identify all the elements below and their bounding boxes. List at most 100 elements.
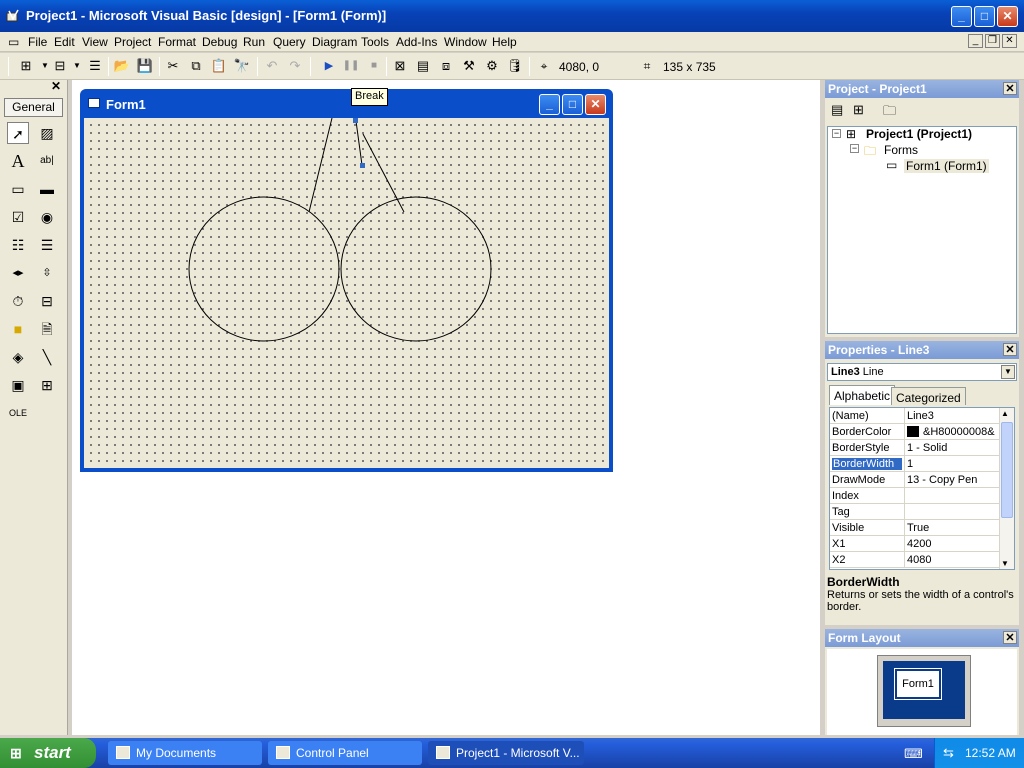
ole-icon[interactable]: OLE [7, 402, 29, 424]
tab-alphabetic[interactable]: Alphabetic [829, 385, 896, 405]
menu-query[interactable]: Query [273, 35, 306, 49]
toolbox-icon[interactable]: ⚙ [483, 57, 501, 75]
property-row-selected[interactable]: BorderWidth 1 [830, 456, 1000, 472]
menu-window[interactable]: Window [444, 35, 487, 49]
start-icon[interactable]: ▶ [320, 57, 338, 75]
layout-form1-thumbnail[interactable]: Form1 [894, 668, 942, 700]
form-canvas[interactable] [84, 117, 609, 468]
selection-handle-end[interactable] [360, 163, 365, 168]
drivelistbox-icon[interactable]: ⊟ [36, 290, 58, 312]
optionbutton-icon[interactable]: ◉ [36, 206, 58, 228]
view-code-icon[interactable]: ▤ [831, 102, 843, 118]
copy-icon[interactable]: ⧉ [187, 57, 205, 75]
menu-editor-icon[interactable]: ☰ [86, 57, 104, 75]
undo-icon[interactable]: ↶ [263, 57, 281, 75]
form-system-icon[interactable]: ▭ [8, 35, 19, 49]
object-selector-combo[interactable]: Line3 Line ▼ [827, 363, 1017, 381]
tree-collapse-icon[interactable]: − [832, 129, 841, 138]
menu-view[interactable]: View [82, 35, 108, 49]
start-button[interactable]: ⊞ start [0, 738, 96, 768]
add-form-icon[interactable]: ⊟ [51, 57, 69, 75]
child-restore-button[interactable]: ❐ [985, 34, 1000, 48]
property-row[interactable]: Index [830, 488, 1000, 504]
clock[interactable]: 12:52 AM [965, 746, 1016, 760]
end-icon[interactable]: ■ [365, 57, 383, 75]
tree-form1-item[interactable]: Form1 (Form1) [904, 159, 989, 173]
save-project-icon[interactable]: 💾 [136, 57, 154, 75]
toolbox-tab-general[interactable]: General [4, 98, 63, 117]
task-my-documents[interactable]: My Documents [108, 741, 262, 765]
cut-icon[interactable]: ✂ [164, 57, 182, 75]
menu-run[interactable]: Run [243, 35, 265, 49]
maximize-button[interactable]: □ [974, 6, 995, 27]
find-icon[interactable]: 🔭 [233, 57, 251, 75]
toggle-folders-icon[interactable]: 🗀 [883, 102, 896, 124]
chevron-down-icon[interactable]: ▼ [1001, 365, 1015, 379]
redo-icon[interactable]: ↷ [286, 57, 304, 75]
line3-selected[interactable] [355, 120, 363, 166]
scroll-up-icon[interactable]: ▲ [1001, 409, 1009, 418]
form-maximize-button[interactable]: □ [562, 94, 583, 115]
tab-categorized[interactable]: Categorized [891, 387, 966, 405]
form-minimize-button[interactable]: _ [539, 94, 560, 115]
tree-collapse-icon[interactable]: − [850, 144, 859, 153]
dirlistbox-icon[interactable]: ■ [7, 318, 29, 340]
break-icon[interactable]: ❚❚ [342, 57, 360, 75]
selection-handle-start[interactable] [353, 118, 358, 123]
textbox-icon[interactable]: ab| [36, 150, 58, 172]
commandbutton-icon[interactable]: ▬ [36, 178, 58, 200]
property-row[interactable]: X2 4080 [830, 552, 1000, 568]
properties-window-icon[interactable]: ▤ [414, 57, 432, 75]
tree-project-root[interactable]: Project1 (Project1) [866, 127, 972, 141]
property-row[interactable]: X1 4200 [830, 536, 1000, 552]
timer-icon[interactable]: ⏱ [7, 290, 29, 312]
add-form-dropdown-icon[interactable]: ▼ [68, 57, 86, 75]
form-layout-icon[interactable]: ⧈ [437, 57, 455, 75]
filelistbox-icon[interactable]: 🗎 [36, 318, 58, 340]
vscrollbar-icon[interactable]: ⇳ [36, 262, 58, 284]
shape-circle-right[interactable] [340, 196, 492, 342]
menu-tools[interactable]: Tools [361, 35, 389, 49]
listbox-icon[interactable]: ☰ [36, 234, 58, 256]
pointer-icon[interactable]: ➚ [7, 122, 29, 144]
task-project1-vb[interactable]: Project1 - Microsoft V... [428, 741, 584, 765]
property-row[interactable]: BorderColor &H80000008& [830, 424, 1000, 440]
menu-format[interactable]: Format [158, 35, 196, 49]
child-minimize-button[interactable]: _ [968, 34, 983, 48]
line-icon[interactable]: ╲ [36, 346, 58, 368]
checkbox-icon[interactable]: ☑ [7, 206, 29, 228]
toolbox-close-icon[interactable]: ✕ [50, 80, 62, 93]
child-close-button[interactable]: ✕ [1002, 34, 1017, 48]
property-row[interactable]: Tag [830, 504, 1000, 520]
network-icon[interactable]: ⇆ [943, 745, 954, 761]
menu-add-ins[interactable]: Add-Ins [396, 35, 437, 49]
label-icon[interactable]: A [7, 150, 29, 172]
picturebox-icon[interactable]: ▨ [36, 122, 58, 144]
paste-icon[interactable]: 📋 [210, 57, 228, 75]
shape-circle-left[interactable] [188, 196, 340, 342]
menu-diagram[interactable]: Diagram [312, 35, 357, 49]
menu-project[interactable]: Project [114, 35, 151, 49]
shape-icon[interactable]: ◈ [7, 346, 29, 368]
menu-edit[interactable]: Edit [54, 35, 75, 49]
add-project-icon[interactable]: ⊞ [17, 57, 35, 75]
line-stem-right[interactable] [362, 133, 405, 213]
menu-file[interactable]: File [28, 35, 47, 49]
frame-icon[interactable]: ▭ [7, 178, 29, 200]
tree-forms-folder[interactable]: Forms [884, 143, 918, 157]
keyboard-icon[interactable]: ⌨ [904, 746, 923, 762]
minimize-button[interactable]: _ [951, 6, 972, 27]
property-row[interactable]: BorderStyle 1 - Solid [830, 440, 1000, 456]
menu-help[interactable]: Help [492, 35, 517, 49]
combobox-icon[interactable]: ☷ [7, 234, 29, 256]
open-project-icon[interactable]: 📂 [113, 57, 131, 75]
task-control-panel[interactable]: Control Panel [268, 741, 422, 765]
object-browser-icon[interactable]: ⚒ [460, 57, 478, 75]
view-object-icon[interactable]: ⊞ [853, 102, 864, 118]
property-row[interactable]: DrawMode 13 - Copy Pen [830, 472, 1000, 488]
project-explorer-icon[interactable]: ⊠ [391, 57, 409, 75]
menu-debug[interactable]: Debug [202, 35, 237, 49]
scroll-thumb[interactable] [1001, 422, 1013, 518]
property-row[interactable]: Visible True [830, 520, 1000, 536]
close-button[interactable]: ✕ [997, 6, 1018, 27]
